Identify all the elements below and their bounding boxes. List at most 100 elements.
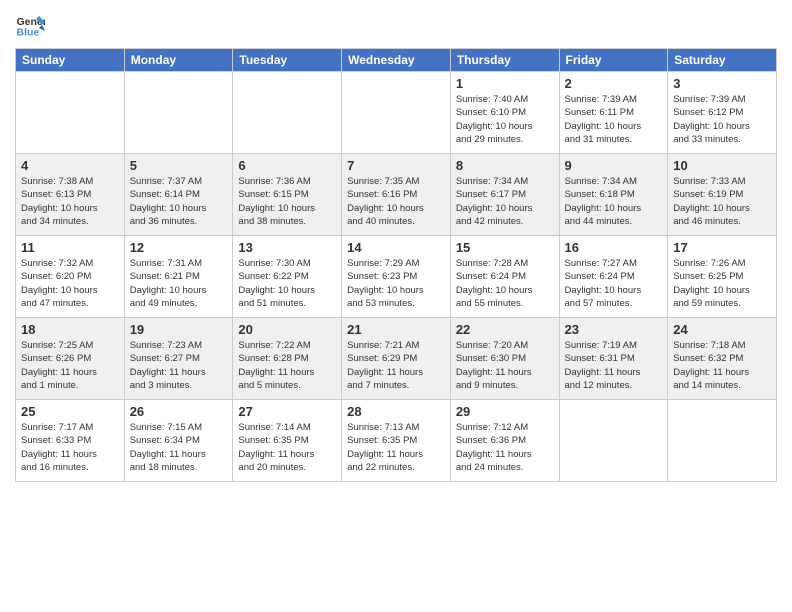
- calendar-week-2: 4 Sunrise: 7:38 AM Sunset: 6:13 PM Daylig…: [16, 154, 777, 236]
- day-info: Sunrise: 7:30 AM Sunset: 6:22 PM Dayligh…: [238, 257, 336, 310]
- calendar-cell: 4 Sunrise: 7:38 AM Sunset: 6:13 PM Daylig…: [16, 154, 125, 236]
- day-number: 29: [456, 404, 554, 419]
- day-info: Sunrise: 7:34 AM Sunset: 6:18 PM Dayligh…: [565, 175, 663, 228]
- svg-text:Blue: Blue: [17, 27, 40, 39]
- day-number: 15: [456, 240, 554, 255]
- calendar-cell: [16, 72, 125, 154]
- day-info: Sunrise: 7:22 AM Sunset: 6:28 PM Dayligh…: [238, 339, 336, 392]
- day-info: Sunrise: 7:36 AM Sunset: 6:15 PM Dayligh…: [238, 175, 336, 228]
- day-info: Sunrise: 7:31 AM Sunset: 6:21 PM Dayligh…: [130, 257, 228, 310]
- day-info: Sunrise: 7:28 AM Sunset: 6:24 PM Dayligh…: [456, 257, 554, 310]
- calendar-cell: [233, 72, 342, 154]
- calendar-cell: 6 Sunrise: 7:36 AM Sunset: 6:15 PM Daylig…: [233, 154, 342, 236]
- calendar-cell: 26 Sunrise: 7:15 AM Sunset: 6:34 PM Dayli…: [124, 400, 233, 482]
- calendar-cell: 5Sunrise: 7:37 AM Sunset: 6:14 PM Daylig…: [124, 154, 233, 236]
- day-info: Sunrise: 7:37 AM Sunset: 6:14 PM Dayligh…: [130, 175, 228, 228]
- calendar-cell: 10 Sunrise: 7:33 AM Sunset: 6:19 PM Dayli…: [668, 154, 777, 236]
- day-info: Sunrise: 7:32 AM Sunset: 6:20 PM Dayligh…: [21, 257, 119, 310]
- calendar-cell: 7 Sunrise: 7:35 AM Sunset: 6:16 PM Daylig…: [342, 154, 451, 236]
- calendar-cell: 22Sunrise: 7:20 AM Sunset: 6:30 PM Dayli…: [450, 318, 559, 400]
- calendar-cell: 15 Sunrise: 7:28 AM Sunset: 6:24 PM Dayli…: [450, 236, 559, 318]
- calendar-cell: 1Sunrise: 7:40 AM Sunset: 6:10 PM Daylig…: [450, 72, 559, 154]
- calendar-cell: 19 Sunrise: 7:23 AM Sunset: 6:27 PM Dayli…: [124, 318, 233, 400]
- day-number: 24: [673, 322, 771, 337]
- calendar-week-5: 25 Sunrise: 7:17 AM Sunset: 6:33 PM Dayli…: [16, 400, 777, 482]
- day-header-thursday: Thursday: [450, 49, 559, 72]
- calendar-cell: 14 Sunrise: 7:29 AM Sunset: 6:23 PM Dayli…: [342, 236, 451, 318]
- calendar-header: SundayMondayTuesdayWednesdayThursdayFrid…: [16, 49, 777, 72]
- day-info: Sunrise: 7:17 AM Sunset: 6:33 PM Dayligh…: [21, 421, 119, 474]
- day-number: 10: [673, 158, 771, 173]
- day-number: 3: [673, 76, 771, 91]
- logo-icon: General Blue: [15, 10, 45, 40]
- calendar-cell: [124, 72, 233, 154]
- day-info: Sunrise: 7:14 AM Sunset: 6:35 PM Dayligh…: [238, 421, 336, 474]
- calendar-cell: [668, 400, 777, 482]
- calendar-cell: 24 Sunrise: 7:18 AM Sunset: 6:32 PM Dayli…: [668, 318, 777, 400]
- day-header-wednesday: Wednesday: [342, 49, 451, 72]
- calendar-cell: 20 Sunrise: 7:22 AM Sunset: 6:28 PM Dayli…: [233, 318, 342, 400]
- calendar-week-1: 1Sunrise: 7:40 AM Sunset: 6:10 PM Daylig…: [16, 72, 777, 154]
- calendar-cell: 17Sunrise: 7:26 AM Sunset: 6:25 PM Dayli…: [668, 236, 777, 318]
- day-info: Sunrise: 7:38 AM Sunset: 6:13 PM Dayligh…: [21, 175, 119, 228]
- day-number: 6: [238, 158, 336, 173]
- day-number: 17: [673, 240, 771, 255]
- calendar-cell: 21 Sunrise: 7:21 AM Sunset: 6:29 PM Dayli…: [342, 318, 451, 400]
- header-row: General Blue: [15, 10, 777, 40]
- calendar-cell: 11 Sunrise: 7:32 AM Sunset: 6:20 PM Dayli…: [16, 236, 125, 318]
- calendar-cell: 18Sunrise: 7:25 AM Sunset: 6:26 PM Dayli…: [16, 318, 125, 400]
- day-info: Sunrise: 7:15 AM Sunset: 6:34 PM Dayligh…: [130, 421, 228, 474]
- day-info: Sunrise: 7:18 AM Sunset: 6:32 PM Dayligh…: [673, 339, 771, 392]
- day-info: Sunrise: 7:21 AM Sunset: 6:29 PM Dayligh…: [347, 339, 445, 392]
- day-number: 26: [130, 404, 228, 419]
- day-number: 23: [565, 322, 663, 337]
- day-number: 1: [456, 76, 554, 91]
- calendar-cell: 2Sunrise: 7:39 AM Sunset: 6:11 PM Daylig…: [559, 72, 668, 154]
- day-number: 7: [347, 158, 445, 173]
- calendar-cell: 27 Sunrise: 7:14 AM Sunset: 6:35 PM Dayli…: [233, 400, 342, 482]
- calendar-cell: 23 Sunrise: 7:19 AM Sunset: 6:31 PM Dayli…: [559, 318, 668, 400]
- day-header-tuesday: Tuesday: [233, 49, 342, 72]
- day-info: Sunrise: 7:35 AM Sunset: 6:16 PM Dayligh…: [347, 175, 445, 228]
- day-number: 28: [347, 404, 445, 419]
- calendar-body: 1Sunrise: 7:40 AM Sunset: 6:10 PM Daylig…: [16, 72, 777, 482]
- day-number: 9: [565, 158, 663, 173]
- day-info: Sunrise: 7:39 AM Sunset: 6:11 PM Dayligh…: [565, 93, 663, 146]
- day-number: 25: [21, 404, 119, 419]
- calendar-cell: 28 Sunrise: 7:13 AM Sunset: 6:35 PM Dayli…: [342, 400, 451, 482]
- day-info: Sunrise: 7:27 AM Sunset: 6:24 PM Dayligh…: [565, 257, 663, 310]
- day-number: 12: [130, 240, 228, 255]
- day-info: Sunrise: 7:23 AM Sunset: 6:27 PM Dayligh…: [130, 339, 228, 392]
- day-info: Sunrise: 7:19 AM Sunset: 6:31 PM Dayligh…: [565, 339, 663, 392]
- calendar-cell: 3 Sunrise: 7:39 AM Sunset: 6:12 PM Daylig…: [668, 72, 777, 154]
- logo: General Blue: [15, 10, 49, 40]
- day-info: Sunrise: 7:29 AM Sunset: 6:23 PM Dayligh…: [347, 257, 445, 310]
- day-number: 4: [21, 158, 119, 173]
- main-container: General Blue SundayMondayTuesdayWednesda…: [0, 0, 792, 487]
- day-header-saturday: Saturday: [668, 49, 777, 72]
- day-header-friday: Friday: [559, 49, 668, 72]
- calendar-cell: 25 Sunrise: 7:17 AM Sunset: 6:33 PM Dayli…: [16, 400, 125, 482]
- day-info: Sunrise: 7:13 AM Sunset: 6:35 PM Dayligh…: [347, 421, 445, 474]
- calendar-cell: [559, 400, 668, 482]
- day-info: Sunrise: 7:39 AM Sunset: 6:12 PM Dayligh…: [673, 93, 771, 146]
- day-info: Sunrise: 7:20 AM Sunset: 6:30 PM Dayligh…: [456, 339, 554, 392]
- day-info: Sunrise: 7:34 AM Sunset: 6:17 PM Dayligh…: [456, 175, 554, 228]
- calendar-week-3: 11 Sunrise: 7:32 AM Sunset: 6:20 PM Dayli…: [16, 236, 777, 318]
- day-header-sunday: Sunday: [16, 49, 125, 72]
- day-number: 11: [21, 240, 119, 255]
- day-number: 21: [347, 322, 445, 337]
- day-number: 8: [456, 158, 554, 173]
- calendar-cell: 12 Sunrise: 7:31 AM Sunset: 6:21 PM Dayli…: [124, 236, 233, 318]
- day-info: Sunrise: 7:33 AM Sunset: 6:19 PM Dayligh…: [673, 175, 771, 228]
- calendar-cell: 8 Sunrise: 7:34 AM Sunset: 6:17 PM Daylig…: [450, 154, 559, 236]
- day-number: 20: [238, 322, 336, 337]
- calendar-cell: [342, 72, 451, 154]
- day-number: 16: [565, 240, 663, 255]
- day-info: Sunrise: 7:12 AM Sunset: 6:36 PM Dayligh…: [456, 421, 554, 474]
- day-number: 19: [130, 322, 228, 337]
- calendar-week-4: 18Sunrise: 7:25 AM Sunset: 6:26 PM Dayli…: [16, 318, 777, 400]
- day-info: Sunrise: 7:25 AM Sunset: 6:26 PM Dayligh…: [21, 339, 119, 392]
- day-number: 27: [238, 404, 336, 419]
- day-number: 14: [347, 240, 445, 255]
